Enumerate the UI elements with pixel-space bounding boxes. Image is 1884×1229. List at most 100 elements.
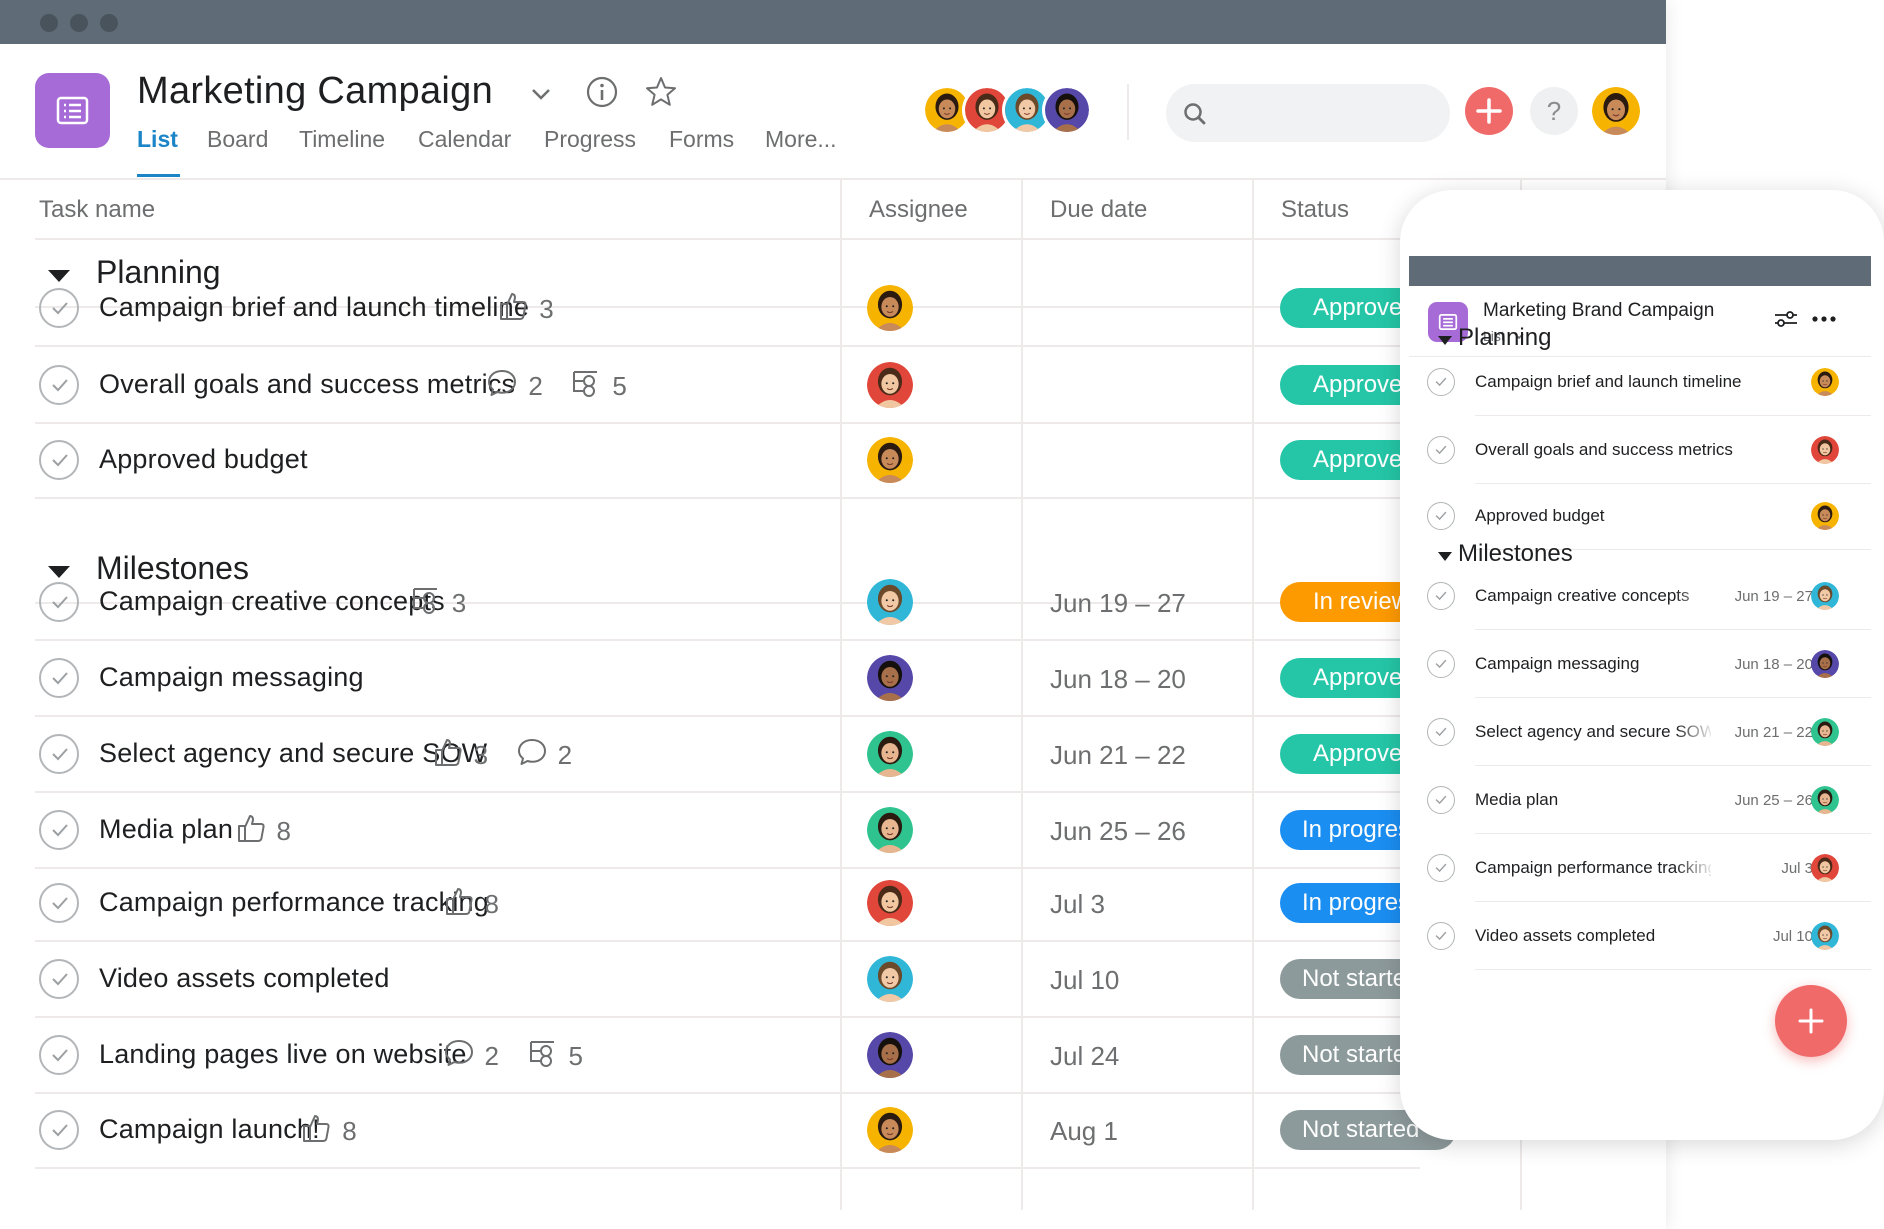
subtask-icon[interactable] xyxy=(527,1037,559,1074)
complete-checkbox[interactable] xyxy=(1427,718,1455,746)
section-toggle-icon[interactable] xyxy=(1438,552,1452,561)
table-row[interactable]: Overall goals and success metrics 2 5 Appro… xyxy=(0,347,1480,424)
assignee-avatar[interactable] xyxy=(867,807,913,853)
assignee-avatar[interactable] xyxy=(867,956,913,1002)
more-icon[interactable] xyxy=(1810,308,1838,330)
project-icon[interactable] xyxy=(35,73,110,148)
member-avatar[interactable] xyxy=(925,88,969,132)
due-date[interactable]: Jun 19 – 27 xyxy=(1050,588,1186,619)
assignee-avatar[interactable] xyxy=(867,285,913,331)
star-icon[interactable] xyxy=(644,75,678,109)
task-name[interactable]: Campaign performance tracking xyxy=(99,887,489,918)
task-name[interactable]: Approved budget xyxy=(99,444,308,475)
due-date[interactable]: Aug 1 xyxy=(1050,1116,1118,1147)
assignee-avatar[interactable] xyxy=(1811,368,1839,396)
complete-checkbox[interactable] xyxy=(1427,582,1455,610)
mobile-task-row[interactable]: Campaign performance tracking Jul 3 xyxy=(1409,834,1871,902)
comment-icon[interactable] xyxy=(486,367,518,404)
column-header-due-date[interactable]: Due date xyxy=(1050,196,1147,224)
table-row[interactable]: Campaign brief and launch timeline 3 Appro… xyxy=(0,270,1480,347)
add-button[interactable] xyxy=(1465,87,1513,135)
complete-checkbox[interactable] xyxy=(1427,650,1455,678)
complete-checkbox[interactable] xyxy=(39,582,79,622)
complete-checkbox[interactable] xyxy=(39,365,79,405)
assignee-avatar[interactable] xyxy=(1811,922,1839,950)
column-header-task-name[interactable]: Task name xyxy=(39,196,155,224)
assignee-avatar[interactable] xyxy=(1811,718,1839,746)
member-avatar[interactable] xyxy=(1005,88,1049,132)
mobile-task-row[interactable]: Overall goals and success metrics xyxy=(1409,416,1871,484)
mobile-task-name[interactable]: Overall goals and success metrics xyxy=(1475,440,1795,460)
table-row[interactable]: Video assets completed Jul 10 Not started xyxy=(0,941,1480,1018)
complete-checkbox[interactable] xyxy=(39,883,79,923)
assignee-avatar[interactable] xyxy=(1811,650,1839,678)
task-name[interactable]: Video assets completed xyxy=(99,963,390,994)
complete-checkbox[interactable] xyxy=(1427,922,1455,950)
comment-icon[interactable] xyxy=(516,736,548,773)
complete-checkbox[interactable] xyxy=(39,734,79,774)
info-icon[interactable] xyxy=(585,75,619,109)
table-row[interactable]: Landing pages live on website 2 5 Jul 24 Not… xyxy=(0,1017,1480,1094)
task-name[interactable]: Overall goals and success metrics xyxy=(99,369,515,400)
tab-timeline[interactable]: Timeline xyxy=(299,126,385,153)
table-row[interactable]: Campaign messaging Jun 18 – 20 Approved xyxy=(0,640,1480,717)
complete-checkbox[interactable] xyxy=(39,1035,79,1075)
member-avatar[interactable] xyxy=(1045,88,1089,132)
mobile-add-button[interactable] xyxy=(1775,985,1847,1057)
comment-icon[interactable] xyxy=(443,1037,475,1074)
due-date[interactable]: Jul 3 xyxy=(1050,889,1105,920)
subtask-icon[interactable] xyxy=(570,367,602,404)
complete-checkbox[interactable] xyxy=(39,1110,79,1150)
mobile-task-row[interactable]: Media plan Jun 25 – 26 xyxy=(1409,766,1871,834)
assignee-avatar[interactable] xyxy=(867,731,913,777)
filter-icon[interactable] xyxy=(1773,308,1799,330)
table-row[interactable]: Campaign creative concepts 3 Jun 19 – 27 In… xyxy=(0,564,1480,641)
task-name[interactable]: Campaign creative concepts xyxy=(99,586,445,617)
mobile-task-row[interactable]: Campaign brief and launch timeline xyxy=(1409,348,1871,416)
task-name[interactable]: Media plan xyxy=(99,814,233,845)
tab-board[interactable]: Board xyxy=(207,126,268,153)
assignee-avatar[interactable] xyxy=(867,362,913,408)
table-row[interactable]: Campaign launch! 8 Aug 1 Not started xyxy=(0,1092,1456,1169)
due-date[interactable]: Jul 10 xyxy=(1050,965,1119,996)
complete-checkbox[interactable] xyxy=(1427,436,1455,464)
complete-checkbox[interactable] xyxy=(1427,854,1455,882)
assignee-avatar[interactable] xyxy=(867,1032,913,1078)
task-name[interactable]: Landing pages live on website xyxy=(99,1039,467,1070)
assignee-avatar[interactable] xyxy=(1811,786,1839,814)
assignee-avatar[interactable] xyxy=(1811,854,1839,882)
task-name[interactable]: Select agency and secure SOW xyxy=(99,738,487,769)
section-toggle-icon[interactable] xyxy=(1438,336,1452,345)
mobile-task-row[interactable]: Select agency and secure SOW Jun 21 – 22 xyxy=(1409,698,1871,766)
table-row[interactable]: Media plan 8 Jun 25 – 26 In progress xyxy=(0,792,1480,869)
window-zoom-dot[interactable] xyxy=(100,14,118,32)
complete-checkbox[interactable] xyxy=(1427,368,1455,396)
assignee-avatar[interactable] xyxy=(867,655,913,701)
window-minimize-dot[interactable] xyxy=(70,14,88,32)
assignee-avatar[interactable] xyxy=(1811,436,1839,464)
mobile-task-row[interactable]: Campaign messaging Jun 18 – 20 xyxy=(1409,630,1871,698)
complete-checkbox[interactable] xyxy=(1427,502,1455,530)
thumbs-up-icon[interactable] xyxy=(235,812,267,849)
table-row[interactable]: Select agency and secure SOW 3 2 Jun 21 – 2… xyxy=(0,716,1480,793)
thumbs-up-icon[interactable] xyxy=(432,736,464,773)
member-avatar[interactable] xyxy=(965,88,1009,132)
due-date[interactable]: Jun 18 – 20 xyxy=(1050,664,1186,695)
table-row[interactable]: Approved budget Approved xyxy=(0,422,1480,499)
mobile-task-name[interactable]: Approved budget xyxy=(1475,506,1795,526)
due-date[interactable]: Jun 21 – 22 xyxy=(1050,740,1186,771)
subtask-icon[interactable] xyxy=(410,584,442,621)
tab-list[interactable]: List xyxy=(137,126,178,153)
column-header-status[interactable]: Status xyxy=(1281,196,1349,224)
complete-checkbox[interactable] xyxy=(1427,786,1455,814)
complete-checkbox[interactable] xyxy=(39,288,79,328)
help-button[interactable]: ? xyxy=(1530,87,1578,135)
complete-checkbox[interactable] xyxy=(39,658,79,698)
thumbs-up-icon[interactable] xyxy=(497,290,529,327)
assignee-avatar[interactable] xyxy=(867,437,913,483)
complete-checkbox[interactable] xyxy=(39,959,79,999)
mobile-task-row[interactable]: Video assets completed Jul 10 xyxy=(1409,902,1871,970)
due-date[interactable]: Jun 25 – 26 xyxy=(1050,816,1186,847)
assignee-avatar[interactable] xyxy=(1811,582,1839,610)
mobile-task-name[interactable]: Campaign brief and launch timeline xyxy=(1475,372,1795,392)
